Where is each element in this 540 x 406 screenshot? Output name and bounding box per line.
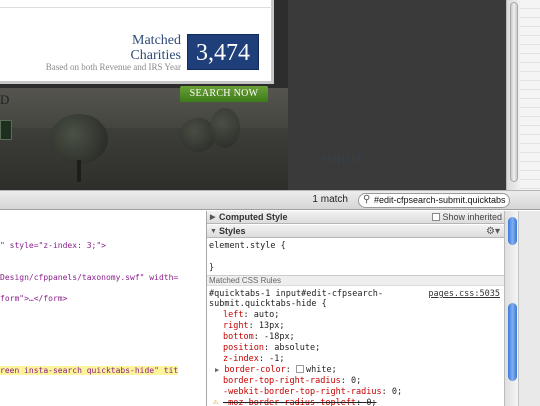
- css-property: right: [223, 321, 249, 331]
- tree-shape: [50, 114, 108, 164]
- disclosure-down-icon[interactable]: ▼: [210, 225, 217, 238]
- elements-tree[interactable]: " style="z-index: 3;"> Design/cfppanels/…: [0, 211, 207, 406]
- element-style-close: }: [209, 263, 215, 273]
- css-declaration[interactable]: z-index: -1;: [223, 354, 284, 364]
- css-declaration[interactable]: ▶ border-color: white;: [215, 365, 337, 375]
- charity-panel: Matched Charities Based on both Revenue …: [0, 0, 274, 84]
- page-scrollbar[interactable]: [506, 0, 520, 190]
- css-declaration[interactable]: position: absolute;: [223, 343, 320, 353]
- matched-charities-label: Matched Charities: [130, 33, 181, 63]
- faint-link-text[interactable]: ] = | ] ] ] ] ] ]: [316, 154, 360, 163]
- tree-shape: [210, 108, 240, 148]
- css-property: bottom: [223, 332, 254, 342]
- show-inherited-toggle[interactable]: Show inherited: [432, 211, 502, 224]
- page-letter: D: [0, 92, 10, 107]
- computed-style-header[interactable]: ▶ Computed Style Show inherited: [207, 211, 504, 224]
- styles-scroll-area: [504, 211, 540, 406]
- checkbox-icon[interactable]: [432, 213, 441, 221]
- css-selector[interactable]: #quicktabs-1 input#edit-cfpsearch-: [209, 289, 383, 299]
- css-value[interactable]: 0;: [351, 376, 361, 386]
- css-property: -webkit-border-top-right-radius: [223, 387, 382, 397]
- background-photo: [0, 88, 288, 190]
- css-property: border-top-right-radius: [223, 376, 341, 386]
- css-property: left: [223, 310, 244, 320]
- dom-node-line-highlighted[interactable]: reen insta-search quicktabs-hide" tit: [0, 366, 179, 375]
- webpage-viewport: D ] = | ] ] ] ] ] ] Matched Charities Ba…: [0, 0, 540, 190]
- search-icon: ⚲: [363, 194, 371, 205]
- css-value[interactable]: 13px;: [259, 321, 285, 331]
- css-value[interactable]: white;: [306, 365, 337, 375]
- css-declaration[interactable]: right: 13px;: [223, 321, 284, 331]
- panel-divider: [0, 0, 272, 8]
- css-property: border-color: [224, 365, 286, 375]
- computed-style-label: Computed Style: [219, 212, 288, 222]
- css-property: -moz-border-radius-topleft: [223, 398, 357, 406]
- page-scrollbar-thumb[interactable]: [510, 2, 518, 182]
- rules-scrollbar-thumb[interactable]: [508, 303, 517, 381]
- css-property: position: [223, 343, 264, 353]
- dom-node-line[interactable]: " style="z-index: 3;">: [0, 241, 106, 250]
- styles-label: Styles: [219, 226, 246, 236]
- inspector-search-bar: 1 match ⚲ #edit-cfpsearch-submit.quickta…: [0, 190, 540, 210]
- search-now-button[interactable]: SEARCH NOW: [180, 86, 268, 102]
- dom-node-line[interactable]: form">…</form>: [0, 294, 67, 303]
- css-property: z-index: [223, 354, 259, 364]
- inspector-search-input[interactable]: ⚲ #edit-cfpsearch-submit.quicktabs: [358, 193, 510, 208]
- css-declaration[interactable]: border-top-right-radius: 0;: [223, 376, 361, 386]
- css-value[interactable]: absolute;: [274, 343, 320, 353]
- styles-sidebar: ▶ Computed Style Show inherited ▼ Styles…: [207, 211, 504, 406]
- css-declaration[interactable]: left: auto;: [223, 310, 279, 320]
- styles-header[interactable]: ▼ Styles ⚙▾: [207, 225, 504, 238]
- css-value[interactable]: 0;: [366, 398, 376, 406]
- gear-icon[interactable]: ⚙▾: [486, 225, 500, 238]
- warning-icon[interactable]: ⚠: [213, 397, 218, 406]
- search-query[interactable]: #edit-cfpsearch-submit.quicktabs: [374, 195, 508, 205]
- charity-count: 3,474: [187, 34, 259, 70]
- matched-subline: Based on both Revenue and IRS Year: [45, 62, 181, 72]
- match-count: 1 match: [312, 194, 348, 205]
- css-declaration-invalid[interactable]: -moz-border-radius-topleft: 0;: [223, 398, 377, 406]
- css-declaration[interactable]: -webkit-border-top-right-radius: 0;: [223, 387, 402, 397]
- expand-triangle-icon[interactable]: ▶: [215, 366, 219, 374]
- styles-scrollbar[interactable]: [505, 211, 519, 406]
- show-inherited-label: Show inherited: [442, 212, 502, 222]
- matched-label-line2: Charities: [130, 48, 181, 63]
- css-value[interactable]: 0;: [392, 387, 402, 397]
- matched-label-line1: Matched: [132, 33, 181, 48]
- page-edge-box: [0, 120, 12, 140]
- styles-scrollbar-thumb[interactable]: [508, 217, 517, 245]
- element-style-open[interactable]: element.style {: [209, 241, 286, 251]
- disclosure-right-icon[interactable]: ▶: [210, 211, 215, 224]
- css-source-link[interactable]: pages.css:5035: [428, 289, 500, 299]
- dom-node-line[interactable]: Design/cfppanels/taxonomy.swf" width=: [0, 273, 178, 282]
- color-swatch-icon[interactable]: [296, 365, 305, 373]
- css-declaration[interactable]: bottom: -18px;: [223, 332, 295, 342]
- css-value[interactable]: auto;: [254, 310, 280, 320]
- tree-trunk: [77, 160, 81, 182]
- css-value[interactable]: -18px;: [264, 332, 295, 342]
- css-value[interactable]: -1;: [269, 354, 284, 364]
- matched-css-rules-header: Matched CSS Rules: [207, 275, 504, 286]
- css-selector-cont[interactable]: submit.quicktabs-hide {: [209, 299, 327, 309]
